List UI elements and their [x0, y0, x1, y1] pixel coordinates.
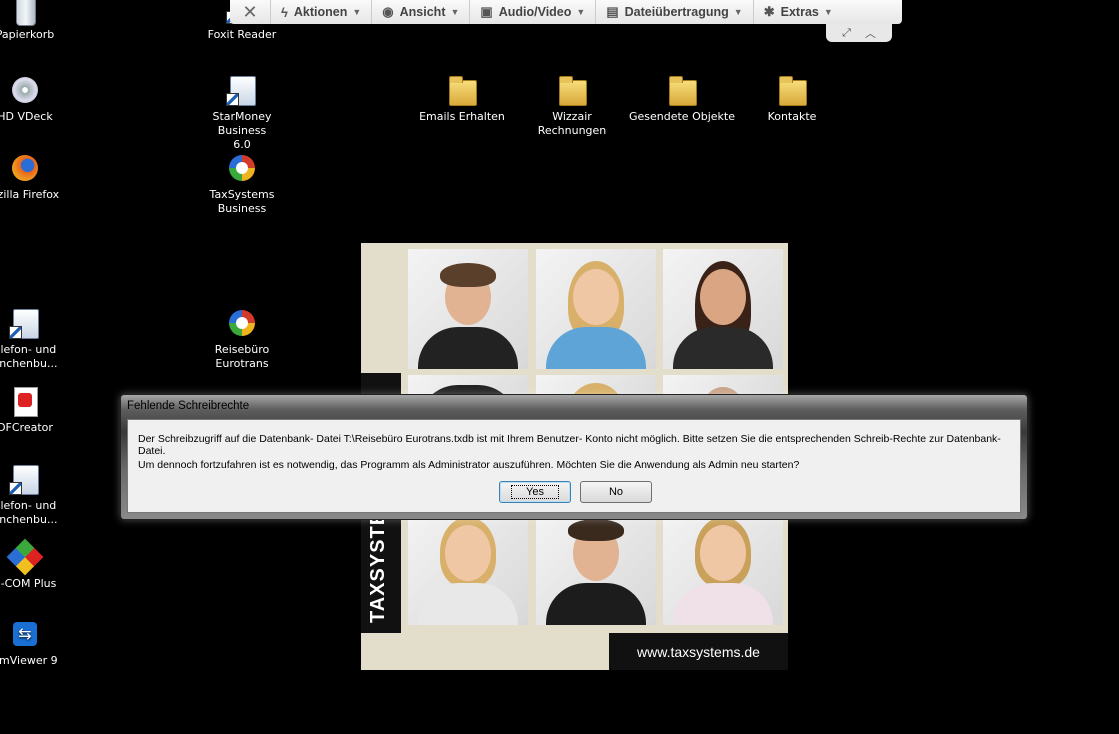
gear-icon: ✱: [763, 4, 775, 19]
desktop-icon-starmoney[interactable]: StarMoney Business 6.0: [187, 74, 297, 152]
dialog-body: Der Schreibzugriff auf die Datenbank- Da…: [127, 419, 1021, 513]
desktop-icon-label: Reisebüro Eurotrans: [214, 343, 270, 370]
dialog-missing-write-permissions: Fehlende Schreibrechte Der Schreibzugrif…: [120, 394, 1028, 520]
desktop-icon-label: HD VDeck: [0, 110, 53, 123]
caret-down-icon: ▼: [823, 7, 833, 17]
toolbar-menu-extras[interactable]: ✱ Extras ▼: [754, 0, 843, 24]
firefox-icon: [9, 152, 41, 184]
collapse-icon[interactable]: ︿: [865, 25, 876, 41]
yes-button-label: Yes: [511, 485, 559, 499]
no-button-label: No: [608, 486, 624, 498]
desktop-folder-gesendete-objekte[interactable]: Gesendete Objekte: [627, 74, 737, 124]
toolbar-tab: ⤢ ︿: [826, 24, 892, 42]
phonebook-icon: [9, 307, 41, 339]
splash-url: www.taxsystems.de: [609, 633, 788, 670]
bolt-icon: ϟ: [281, 4, 288, 20]
toolbar-menu-label: Extras: [780, 5, 819, 19]
desktop-icon-label: Foxit Reader: [207, 28, 277, 41]
caret-down-icon: ▼: [733, 7, 743, 17]
chat-icon: ▣: [480, 4, 493, 19]
splash-photo: [536, 249, 656, 369]
recycle-bin-icon: [9, 0, 41, 26]
caret-down-icon: ▼: [450, 7, 460, 17]
desktop-icon-telefonbuch-2[interactable]: elefon- und anchenbu...: [0, 463, 80, 527]
desktop-icon-label: Wizzair Rechnungen: [537, 110, 607, 137]
file-icon: ▤: [606, 4, 619, 19]
xcom-icon: [9, 541, 41, 573]
desktop-icon-label: S-COM Plus: [0, 577, 57, 590]
folder-icon: [666, 74, 698, 106]
desktop-icon-label: StarMoney Business 6.0: [212, 110, 272, 151]
toolbar-menu-aktionen[interactable]: ϟ Aktionen ▼: [271, 0, 373, 24]
toolbar-menu-label: Aktionen: [293, 5, 348, 19]
desktop-icon-label: elefon- und anchenbu...: [0, 343, 58, 370]
dialog-message-2: Um dennoch fortzufahren ist es notwendig…: [138, 459, 800, 471]
taxsystems-icon: [226, 152, 258, 184]
desktop-icon-label: Gesendete Objekte: [628, 110, 735, 123]
desktop-folder-emails-erhalten[interactable]: Emails Erhalten: [407, 74, 517, 124]
desktop-icon-xcom-plus[interactable]: S-COM Plus: [0, 541, 80, 591]
folder-icon: [556, 74, 588, 106]
desktop-icon-label: elefon- und anchenbu...: [0, 499, 58, 526]
splash-photo: [663, 505, 783, 625]
desktop-icon-label: Kontakte: [767, 110, 817, 123]
splash-photo: [536, 505, 656, 625]
desktop-icon-recycle-bin[interactable]: Papierkorb: [0, 0, 80, 42]
toolbar-close-button[interactable]: ✕: [230, 0, 271, 24]
dialog-title: Fehlende Schreibrechte: [127, 400, 250, 412]
dialog-message-1: Der Schreibzugriff auf die Datenbank- Da…: [138, 433, 1001, 457]
desktop-icon-label: DFCreator: [0, 421, 53, 434]
splash-photo: [408, 505, 528, 625]
yes-button[interactable]: Yes: [499, 481, 571, 503]
desktop-folder-wizzair[interactable]: Wizzair Rechnungen: [517, 74, 627, 138]
desktop-icon-hd-vdeck[interactable]: HD VDeck: [0, 74, 80, 124]
fullscreen-icon[interactable]: ⤢: [842, 26, 851, 40]
caret-down-icon: ▼: [576, 7, 586, 17]
desktop-icon-label: TaxSystems Business: [209, 188, 275, 215]
toolbar-menu-label: Ansicht: [399, 5, 446, 19]
teamviewer-icon: [9, 618, 41, 650]
desktop-icon-pdfcreator[interactable]: DFCreator: [0, 385, 80, 435]
toolbar-menu-dateiuebertragung[interactable]: ▤ Dateiübertragung ▼: [596, 0, 754, 24]
taxsystems-icon: [226, 307, 258, 339]
eye-icon: ◉: [382, 4, 394, 19]
no-button[interactable]: No: [580, 481, 652, 503]
folder-icon: [446, 74, 478, 106]
splash-photo: [663, 249, 783, 369]
toolbar-menu-audio-video[interactable]: ▣ Audio/Video ▼: [470, 0, 597, 24]
desktop-icon-label: amViewer 9: [0, 654, 58, 667]
desktop-icon-teamviewer[interactable]: amViewer 9: [0, 618, 80, 668]
toolbar-menu-label: Dateiübertragung: [624, 5, 729, 19]
caret-down-icon: ▼: [352, 7, 362, 17]
splash-photo: [408, 249, 528, 369]
starmoney-icon: [226, 74, 258, 106]
splash-brand: TAXSYSTE: [367, 510, 389, 623]
folder-icon: [776, 74, 808, 106]
pdf-icon: [9, 385, 41, 417]
x-icon: ✕: [242, 1, 258, 22]
toolbar-menu-ansicht[interactable]: ◉ Ansicht ▼: [372, 0, 471, 24]
desktop-icon-label: Papierkorb: [0, 28, 55, 41]
desktop-icon-telefonbuch-1[interactable]: elefon- und anchenbu...: [0, 307, 80, 371]
vdeck-icon: [9, 74, 41, 106]
remote-toolbar: ✕ ϟ Aktionen ▼ ◉ Ansicht ▼ ▣ Audio/Video…: [230, 0, 902, 24]
desktop-icon-firefox[interactable]: ozilla Firefox: [0, 152, 80, 202]
desktop-icon-taxsystems-business[interactable]: TaxSystems Business: [187, 152, 297, 216]
desktop-icon-label: Emails Erhalten: [419, 110, 505, 123]
toolbar-menu-label: Audio/Video: [498, 5, 572, 19]
desktop-folder-kontakte[interactable]: Kontakte: [737, 74, 847, 124]
desktop-icon-reisebuero-eurotrans[interactable]: Reisebüro Eurotrans: [187, 307, 297, 371]
phonebook-icon: [9, 463, 41, 495]
desktop-icon-label: ozilla Firefox: [0, 188, 60, 201]
